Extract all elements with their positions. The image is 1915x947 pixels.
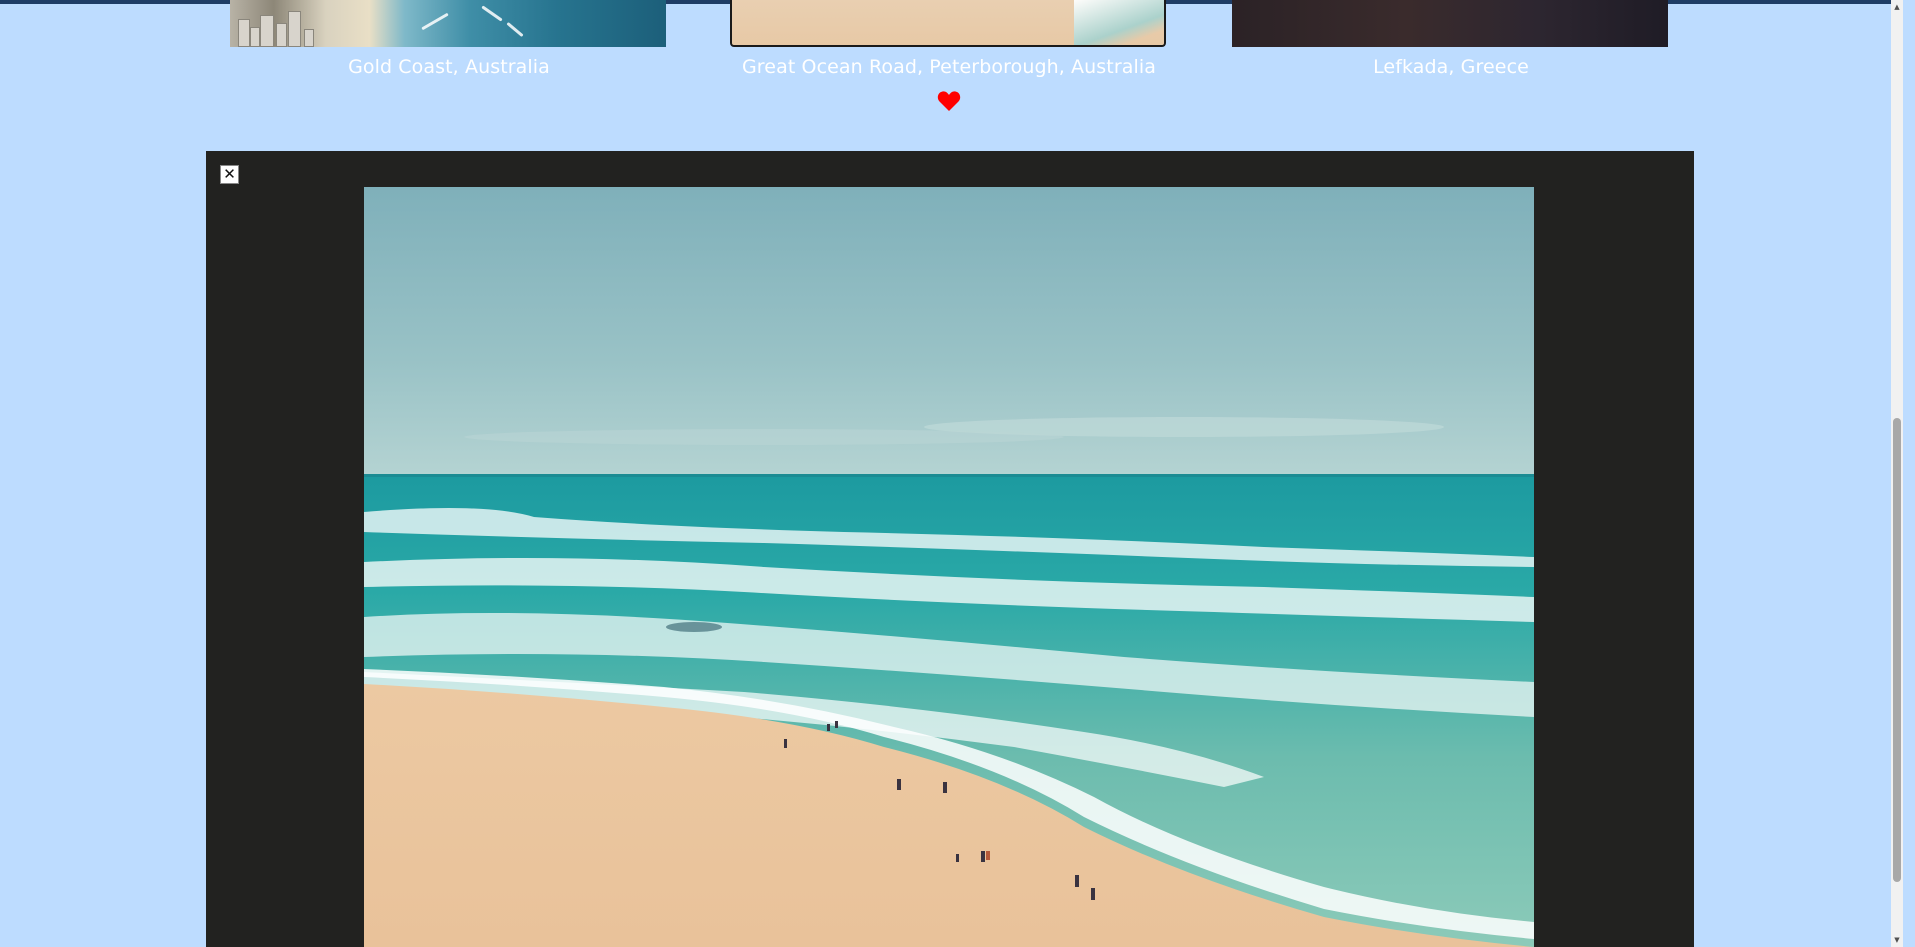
- close-icon[interactable]: ✕: [220, 165, 239, 184]
- wave-shape: [481, 5, 503, 22]
- page-scrollbar[interactable]: ▲ ▼: [1891, 0, 1903, 947]
- surf-foam: [1074, 0, 1164, 45]
- arrow-up-icon[interactable]: ▲: [1891, 0, 1903, 14]
- gallery-card-great-ocean-road[interactable]: Great Ocean Road, Peterborough, Australi…: [730, 0, 1168, 78]
- wave-shape: [421, 12, 449, 31]
- gallery-thumbnail[interactable]: [230, 0, 666, 47]
- gallery-caption: Lefkada, Greece: [1373, 56, 1529, 78]
- building-shape: [250, 27, 260, 47]
- gallery-caption: Great Ocean Road, Peterborough, Australi…: [741, 56, 1156, 78]
- gallery-card-lefkada[interactable]: Lefkada, Greece: [1232, 0, 1670, 78]
- building-shape: [238, 19, 250, 47]
- building-shape: [260, 15, 274, 47]
- gallery-caption: Gold Coast, Australia: [348, 56, 550, 78]
- gallery-thumbnail[interactable]: [1232, 0, 1668, 47]
- enlarged-photo: [364, 187, 1534, 947]
- image-viewer-modal: ✕: [206, 151, 1694, 947]
- gallery-thumbnail-selected[interactable]: [730, 0, 1166, 47]
- wave-shape: [506, 21, 524, 38]
- heart-icon[interactable]: [937, 90, 961, 112]
- building-shape: [288, 11, 301, 47]
- building-shape: [304, 29, 314, 47]
- page: Gold Coast, Australia Great Ocean Road, …: [0, 0, 1903, 947]
- scrollbar-thumb[interactable]: [1893, 418, 1901, 882]
- building-shape: [276, 23, 287, 47]
- arrow-down-icon[interactable]: ▼: [1891, 933, 1903, 947]
- gallery-card-gold-coast[interactable]: Gold Coast, Australia: [230, 0, 668, 78]
